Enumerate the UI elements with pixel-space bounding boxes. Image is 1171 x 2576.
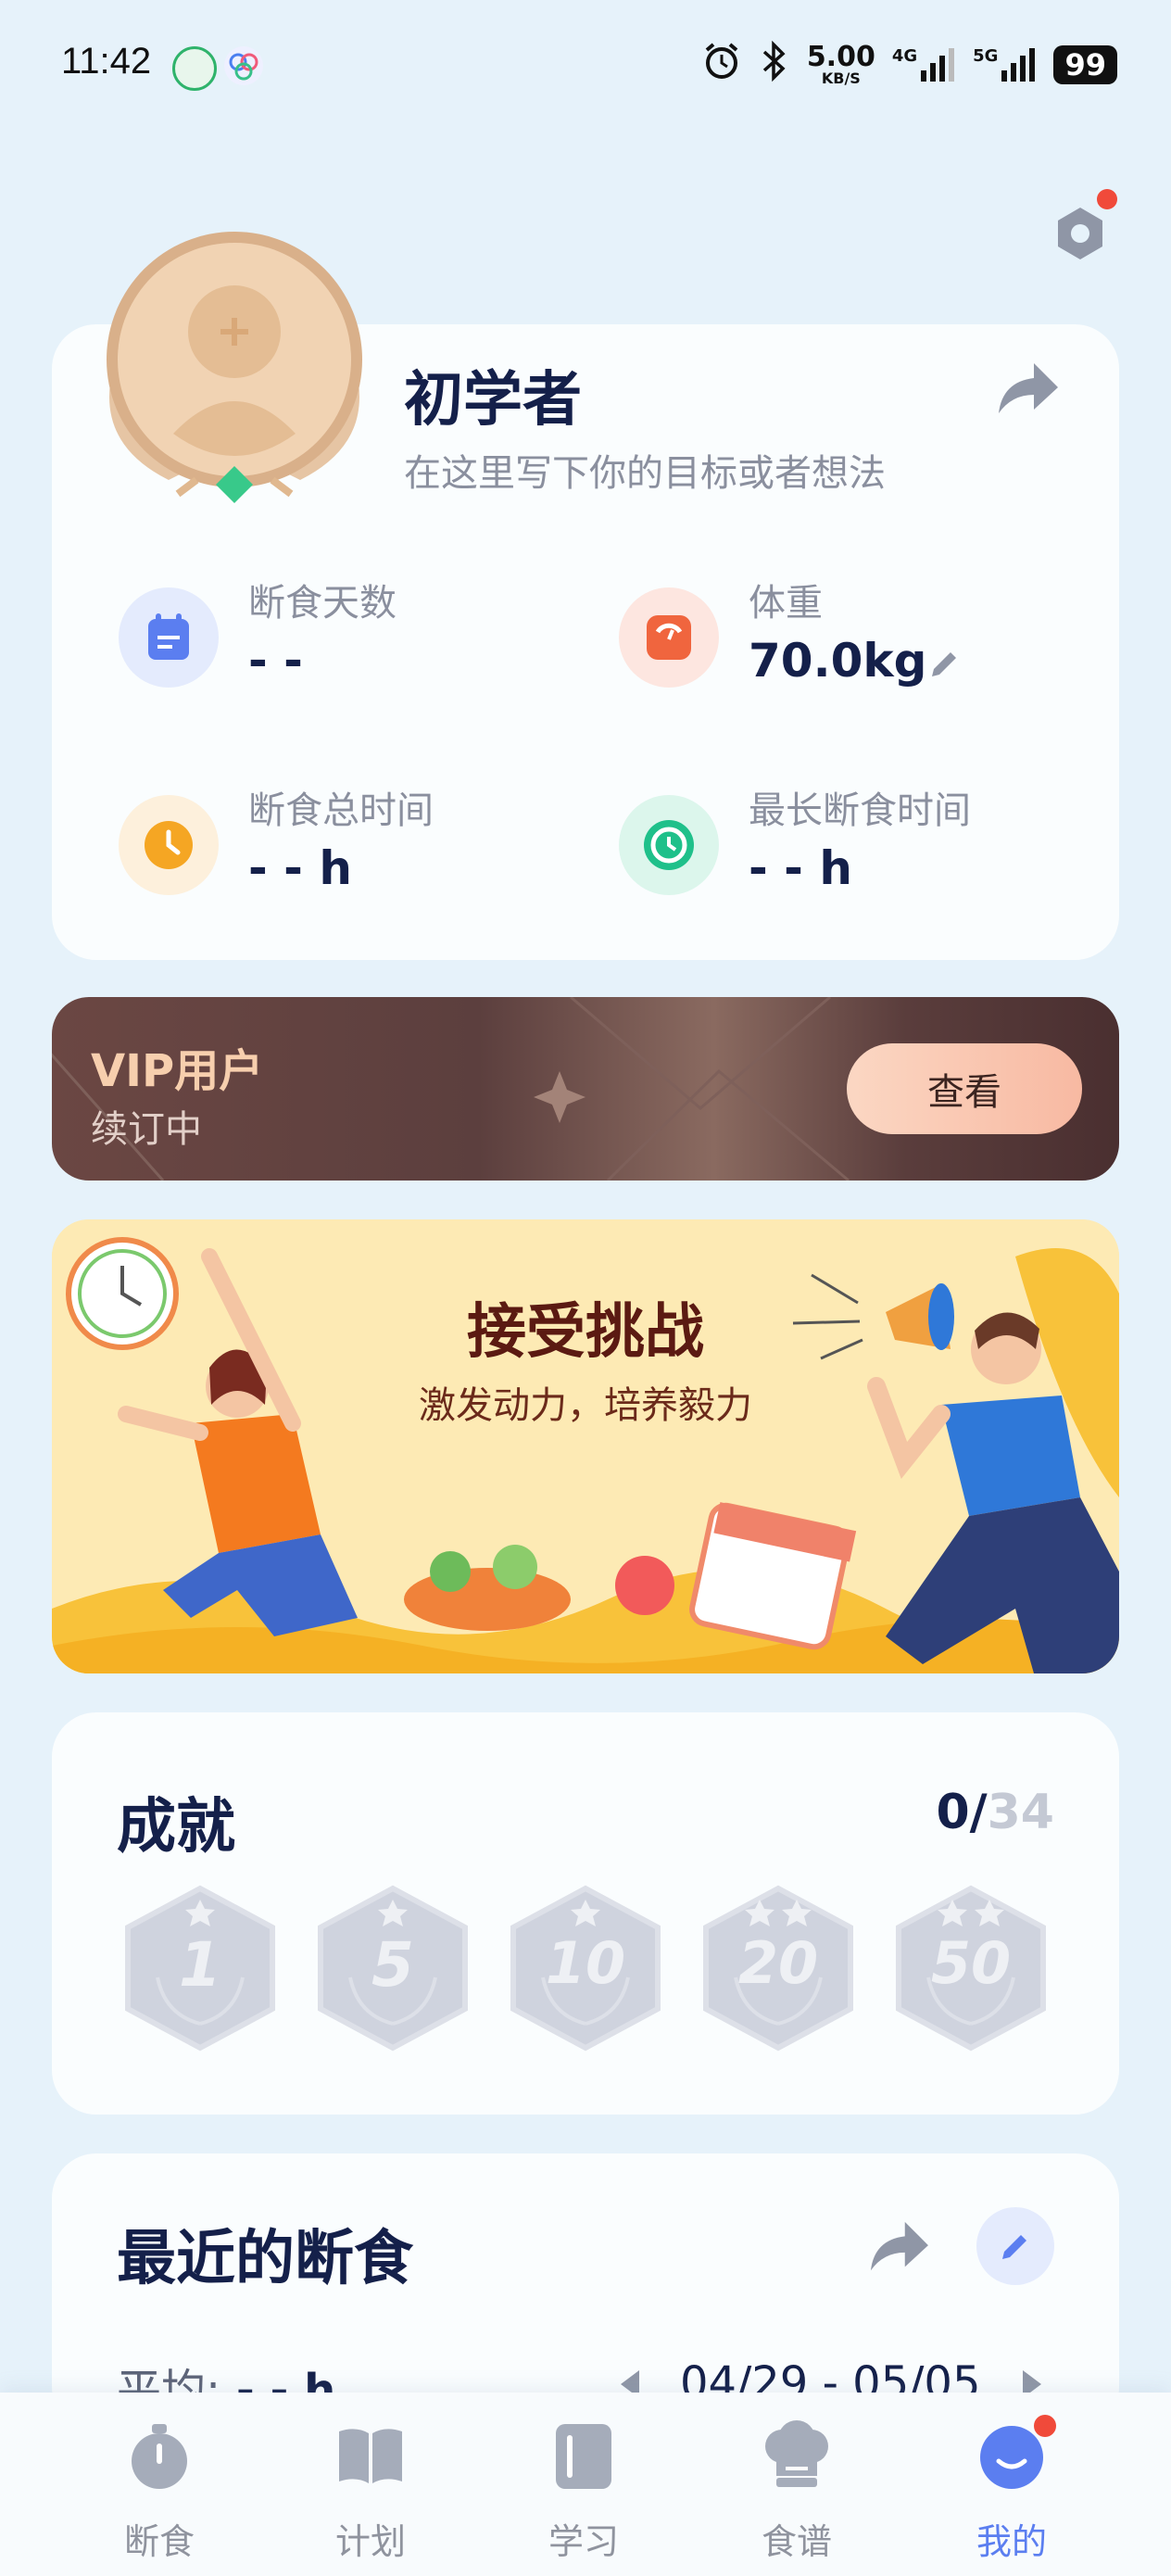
share-icon bbox=[999, 363, 1058, 413]
nav-learn[interactable] bbox=[491, 2418, 676, 2496]
total-time-label: 断食总时间 bbox=[248, 789, 434, 832]
notebook-icon bbox=[556, 2424, 611, 2489]
longest-fast-label: 最长断食时间 bbox=[749, 789, 971, 832]
status-indicators: 5.00 KB/S 4G 5G 99 bbox=[701, 40, 1117, 89]
signal-4g: 4G bbox=[892, 46, 956, 83]
vip-title: VIP用户 bbox=[91, 1045, 264, 1097]
pencil-icon bbox=[932, 652, 956, 676]
network-speed: 5.00 KB/S bbox=[806, 41, 875, 87]
signal-5g: 5G bbox=[973, 46, 1037, 83]
nav-recipes-label: 食谱 bbox=[761, 2521, 832, 2562]
recent-fasts-title: 最近的断食 bbox=[117, 2225, 413, 2293]
edit-recent-button[interactable] bbox=[976, 2207, 1054, 2285]
challenge-banner[interactable]: 接受挑战 激发动力，培养毅力 bbox=[52, 1219, 1119, 1673]
motto-input[interactable]: 在这里写下你的目标或者想法 bbox=[404, 443, 886, 497]
edit-weight-button[interactable] bbox=[926, 645, 963, 682]
weight-label: 体重 bbox=[749, 582, 823, 625]
nav-plan-label: 计划 bbox=[334, 2521, 406, 2562]
notification-dot bbox=[1034, 2415, 1056, 2437]
longest-fast-icon bbox=[619, 795, 719, 895]
longest-fast-value: - - h bbox=[749, 841, 852, 895]
nav-plan[interactable] bbox=[278, 2418, 463, 2496]
stopwatch-icon bbox=[132, 2424, 187, 2489]
achievement-badge[interactable]: 50 bbox=[891, 1885, 1051, 2052]
challenge-subtitle: 激发动力，培养毅力 bbox=[419, 1384, 752, 1427]
nav-learn-label: 学习 bbox=[548, 2521, 619, 2562]
avatar[interactable] bbox=[85, 230, 384, 508]
fast-days-label: 断食天数 bbox=[248, 582, 397, 625]
nav-profile-label: 我的 bbox=[976, 2521, 1047, 2562]
vip-view-button[interactable]: 查看 bbox=[847, 1043, 1082, 1134]
settings-icon bbox=[1058, 208, 1102, 259]
achievements-count: 0/34 bbox=[936, 1785, 1054, 1840]
weight-value: 70.0kg bbox=[749, 634, 927, 688]
alarm-icon bbox=[701, 41, 742, 89]
bluetooth-icon bbox=[759, 40, 790, 89]
vip-banner[interactable]: VIP用户 续订中 查看 bbox=[52, 997, 1119, 1181]
challenge-title: 接受挑战 bbox=[467, 1298, 704, 1367]
share-icon bbox=[870, 2221, 928, 2271]
nav-profile[interactable] bbox=[919, 2415, 1104, 2496]
app-notification-icon bbox=[172, 46, 217, 91]
battery-indicator: 99 bbox=[1053, 45, 1117, 84]
book-icon bbox=[339, 2429, 402, 2483]
nav-fasting-label: 断食 bbox=[123, 2521, 195, 2562]
nav-recipes[interactable] bbox=[704, 2418, 889, 2496]
profile-name: 初学者 bbox=[404, 366, 582, 435]
fast-days-icon bbox=[119, 587, 219, 688]
app-notification-icon bbox=[224, 46, 263, 85]
weight-icon bbox=[619, 587, 719, 688]
share-button[interactable] bbox=[993, 360, 1060, 419]
total-time-icon bbox=[119, 795, 219, 895]
nav-fasting[interactable] bbox=[67, 2418, 252, 2496]
chef-hat-icon bbox=[765, 2420, 828, 2487]
total-time-value: - - h bbox=[248, 841, 352, 895]
share-recent-button[interactable] bbox=[865, 2218, 930, 2276]
achievement-badge[interactable]: 20 bbox=[699, 1885, 858, 2052]
fast-days-value: - - bbox=[248, 634, 303, 688]
avatar-frame-icon bbox=[107, 232, 362, 503]
achievement-badge[interactable]: 10 bbox=[506, 1885, 665, 2052]
achievement-badge[interactable]: 1 bbox=[120, 1885, 280, 2052]
notification-dot bbox=[1097, 189, 1117, 209]
pencil-icon bbox=[1002, 2235, 1026, 2259]
settings-button[interactable] bbox=[1051, 189, 1117, 263]
vip-subtitle: 续订中 bbox=[91, 1108, 202, 1151]
achievement-badge[interactable]: 5 bbox=[313, 1885, 472, 2052]
achievements-title: 成就 bbox=[117, 1793, 235, 1862]
status-time: 11:42 bbox=[61, 41, 152, 82]
